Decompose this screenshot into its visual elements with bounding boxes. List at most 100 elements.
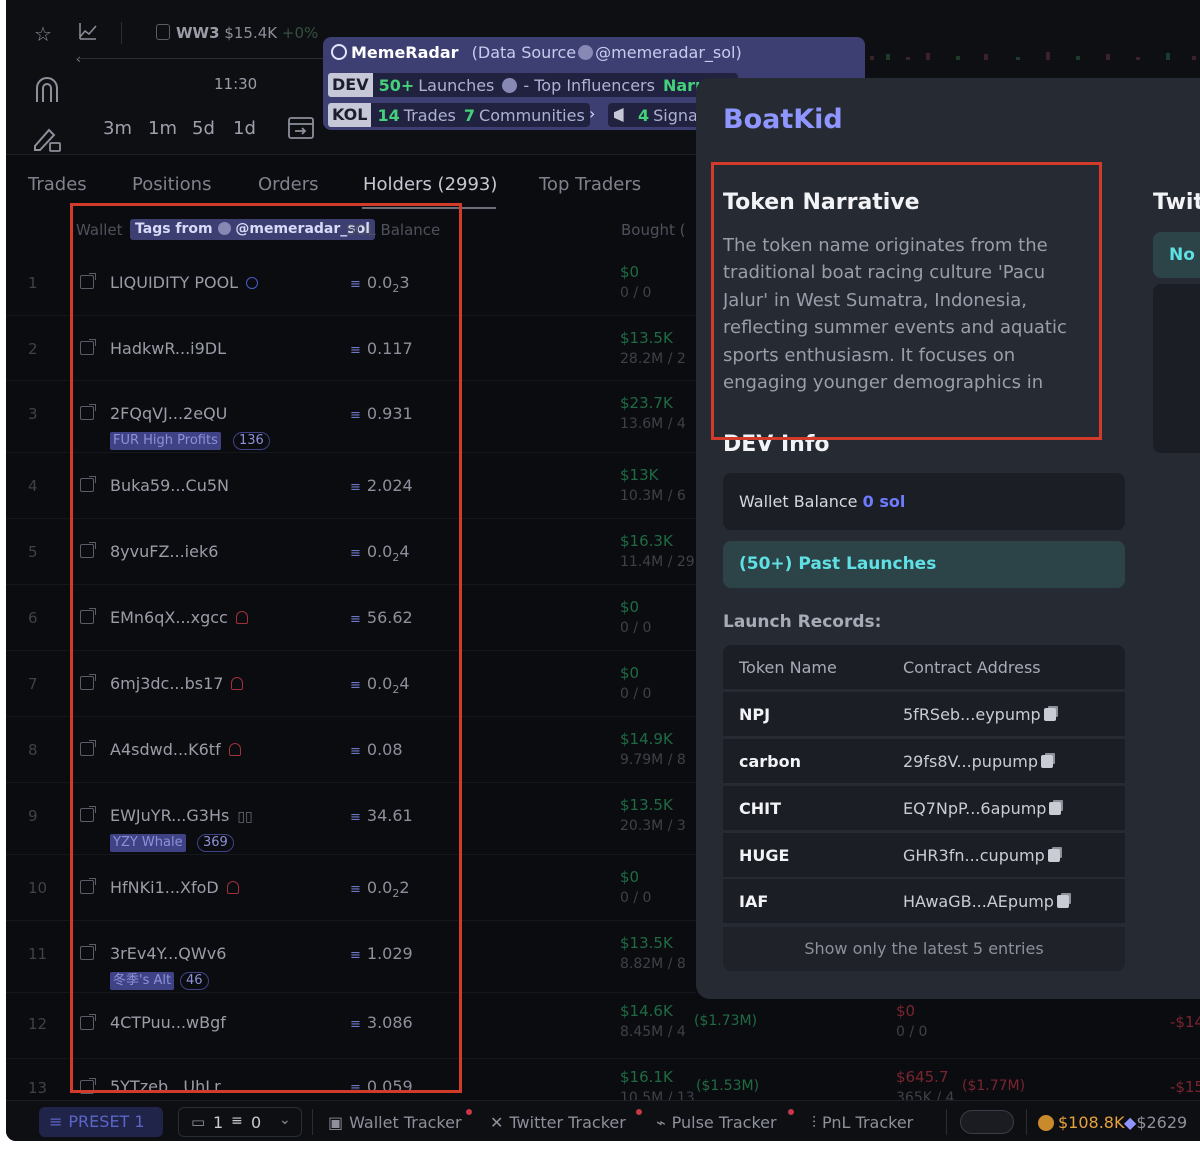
top-influencers-text: - Top Influencers <box>523 75 655 95</box>
record-address-text: EQ7NpP...6apump <box>903 799 1047 818</box>
line-chart-icon[interactable] <box>79 22 97 45</box>
list-item[interactable]: HUGE GHR3fn...cupump <box>723 833 1125 878</box>
kol-label: KOL <box>328 103 372 127</box>
copy-icon[interactable] <box>1043 708 1056 721</box>
btc-price-value: $108.8K <box>1058 1113 1125 1132</box>
pnl-value: -$14 <box>1170 1013 1200 1031</box>
bought-amount: $14.9K <box>620 730 673 748</box>
timeframe-1m[interactable]: 1m <box>148 118 177 139</box>
sliders-icon: ≡ <box>49 1112 63 1131</box>
kol-communities-text: Communities <box>479 105 585 125</box>
bought-detail: 0 / 0 <box>620 285 652 301</box>
date-range-icon[interactable] <box>287 114 315 145</box>
record-contract-address[interactable]: GHR3fn...cupump <box>903 846 1060 865</box>
record-contract-address[interactable]: 5fRSeb...eypump <box>903 705 1056 724</box>
bought-amount: $0 <box>620 598 640 616</box>
record-token-name: CHIT <box>739 799 781 818</box>
bought-amount: $13.5K <box>620 934 673 952</box>
pnl-tracker-button[interactable]: ⫶ PnL Tracker <box>812 1113 913 1133</box>
signals-count: 4 <box>638 105 650 125</box>
highlight-box-wallet-column <box>70 203 462 1093</box>
copy-icon[interactable] <box>1049 802 1062 815</box>
bought-detail: 0 / 0 <box>620 890 652 906</box>
row-rank: 6 <box>28 609 38 627</box>
record-token-name: HUGE <box>739 846 790 865</box>
bought-amount: $14.6K <box>620 1002 673 1020</box>
tab-positions[interactable]: Positions <box>132 174 211 195</box>
wallet-balance-label: Wallet Balance 0 sol <box>739 492 905 511</box>
token-name-title: BoatKid <box>723 104 843 135</box>
twitter-tracker-button[interactable]: ✕ Twitter Tracker <box>490 1113 626 1132</box>
x-logo-icon: ✕ <box>490 1113 504 1132</box>
data-source-handle: @memeradar_sol) <box>595 43 742 62</box>
signals-text: Signa <box>653 105 698 125</box>
kol-communities-count: 7 <box>463 105 476 125</box>
bought-detail: 13.6M / 4 <box>620 416 686 432</box>
list-item[interactable]: CHIT EQ7NpP...6apump <box>723 786 1125 831</box>
theme-toggle[interactable] <box>960 1110 1014 1134</box>
row-rank: 1 <box>28 274 38 292</box>
ticker-symbol: WW3 <box>176 24 220 42</box>
token-info-popover: BoatKid Token Narrative The token name o… <box>696 78 1200 999</box>
memeradar-title-row: MemeRadar (Data Source @memeradar_sol) <box>331 43 742 62</box>
twitter-card <box>1153 284 1200 453</box>
copy-icon[interactable] <box>1056 895 1069 908</box>
magnet-icon[interactable] <box>34 76 60 109</box>
twitter-status-chip: No d <box>1153 232 1200 278</box>
col-contract-address: Contract Address <box>903 658 1041 677</box>
chevron-right-icon[interactable]: › <box>589 104 595 123</box>
wallet-selector[interactable]: ▭ 1 ≡ 0 ⌄ <box>178 1107 302 1137</box>
pencil-lock-icon[interactable] <box>32 124 62 157</box>
dev-label: DEV <box>328 73 373 97</box>
wallet-tracker-button[interactable]: ▣ Wallet Tracker <box>328 1113 462 1132</box>
bought-amount: $0 <box>620 664 640 682</box>
record-token-name: IAF <box>739 892 769 911</box>
twitter-heading: Twitt <box>1153 190 1200 215</box>
chart-timeline <box>76 58 326 59</box>
record-address-text: 29fs8V...pupump <box>903 752 1038 771</box>
row-rank: 3 <box>28 405 38 423</box>
record-token-name: NPJ <box>739 705 771 724</box>
col-bought[interactable]: Bought ( <box>621 221 686 239</box>
copy-icon[interactable] <box>1047 849 1060 862</box>
kol-row[interactable]: KOL 14 Trades 7 Communities <box>328 103 590 127</box>
bought-detail: 9.79M / 8 <box>620 752 686 768</box>
megaphone-icon <box>614 108 624 122</box>
tab-trades[interactable]: Trades <box>28 174 87 195</box>
tab-top-traders[interactable]: Top Traders <box>539 174 641 195</box>
tab-orders[interactable]: Orders <box>258 174 319 195</box>
kol-trades-text: Trades <box>403 105 456 125</box>
time-axis-label: 11:30 <box>214 75 258 93</box>
list-item[interactable]: IAF HAwaGB...AEpump <box>723 879 1125 924</box>
list-item[interactable]: carbon 29fs8V...pupump <box>723 739 1125 784</box>
timeframe-3m[interactable]: 3m <box>103 118 132 139</box>
pulse-icon: ⌁ <box>656 1113 666 1132</box>
preset-button[interactable]: ≡ PRESET 1 <box>39 1107 163 1137</box>
dev-launch-text: Launches <box>418 75 495 95</box>
wallet-icon: ▣ <box>328 1113 344 1132</box>
notification-dot <box>788 1109 794 1115</box>
bought-detail: 28.2M / 2 <box>620 351 686 367</box>
tab-holders[interactable]: Holders (2993) <box>363 174 497 195</box>
past-launches-button[interactable]: (50+) Past Launches <box>723 541 1125 588</box>
list-item[interactable]: NPJ 5fRSeb...eypump <box>723 692 1125 737</box>
ethereum-icon: ◆ <box>1124 1113 1137 1132</box>
timeframe-5d[interactable]: 5d <box>192 118 215 139</box>
dev-row[interactable]: DEV 50+ Launches - Top Influencers Narra <box>328 73 738 97</box>
pulse-tracker-button[interactable]: ⌁ Pulse Tracker <box>656 1113 777 1132</box>
ticker-value: $15.4K <box>224 24 278 42</box>
ticker-readout: WW3 $15.4K +0% <box>156 24 318 42</box>
record-contract-address[interactable]: HAwaGB...AEpump <box>903 892 1069 911</box>
record-address-text: 5fRSeb...eypump <box>903 705 1041 724</box>
copy-icon[interactable] <box>1040 755 1053 768</box>
row-rank: 2 <box>28 340 38 358</box>
timeframe-1d[interactable]: 1d <box>233 118 256 139</box>
bought-detail: 11.4M / 29 <box>620 554 695 570</box>
record-contract-address[interactable]: EQ7NpP...6apump <box>903 799 1062 818</box>
memeradar-title: MemeRadar <box>351 43 459 62</box>
record-contract-address[interactable]: 29fs8V...pupump <box>903 752 1053 771</box>
bitcoin-icon <box>1038 1115 1054 1131</box>
chevron-left-icon[interactable]: ‹ <box>76 52 81 66</box>
bought-amount: $16.3K <box>620 532 673 550</box>
star-icon[interactable]: ☆ <box>34 22 52 46</box>
